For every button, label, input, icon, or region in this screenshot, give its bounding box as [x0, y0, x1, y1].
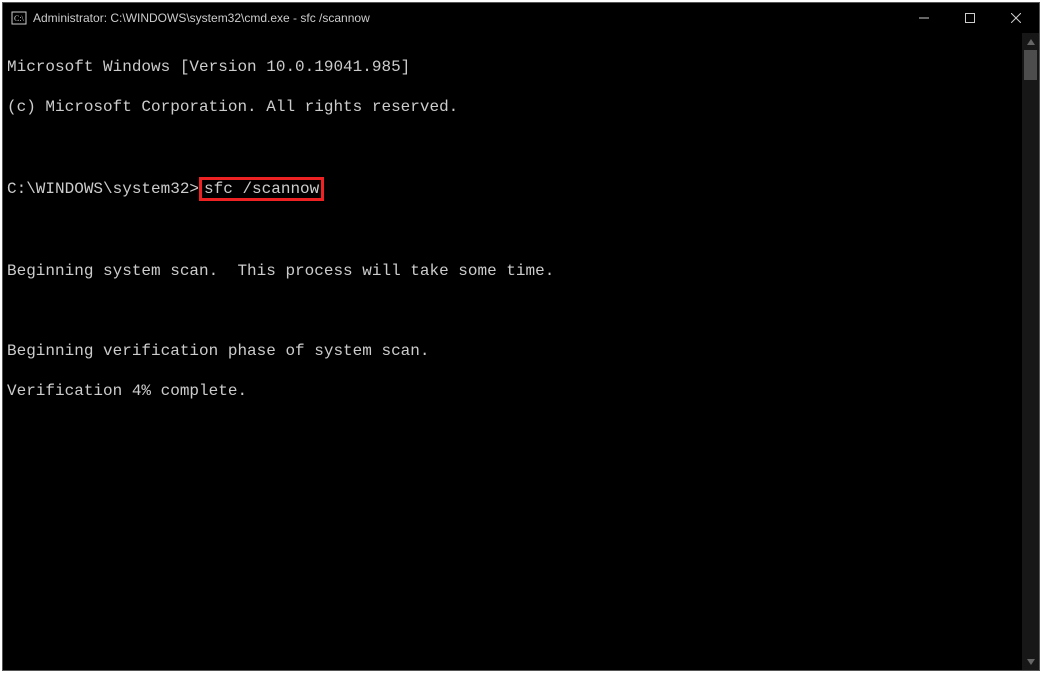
window-title: Administrator: C:\WINDOWS\system32\cmd.e… — [33, 11, 370, 25]
command-text: sfc /scannow — [204, 180, 319, 198]
output-blank — [7, 137, 1020, 157]
close-button[interactable] — [993, 3, 1039, 33]
scroll-up-button[interactable] — [1022, 33, 1039, 50]
content-area: Microsoft Windows [Version 10.0.19041.98… — [3, 33, 1039, 670]
cmd-window: C:\ Administrator: C:\WINDOWS\system32\c… — [2, 2, 1040, 671]
scroll-down-button[interactable] — [1022, 653, 1039, 670]
scroll-thumb[interactable] — [1024, 50, 1037, 80]
output-line: (c) Microsoft Corporation. All rights re… — [7, 97, 1020, 117]
output-line: Verification 4% complete. — [7, 381, 1020, 401]
maximize-button[interactable] — [947, 3, 993, 33]
output-line: Beginning system scan. This process will… — [7, 261, 1020, 281]
output-blank — [7, 301, 1020, 321]
command-highlight: sfc /scannow — [199, 177, 324, 201]
output-line: Microsoft Windows [Version 10.0.19041.98… — [7, 57, 1020, 77]
prompt-path: C:\WINDOWS\system32> — [7, 180, 199, 198]
prompt-line: C:\WINDOWS\system32> sfc /scannow — [7, 177, 1020, 201]
cmd-icon: C:\ — [11, 10, 27, 26]
scroll-track[interactable] — [1022, 50, 1039, 653]
vertical-scrollbar[interactable] — [1022, 33, 1039, 670]
output-line: Beginning verification phase of system s… — [7, 341, 1020, 361]
window-controls — [901, 3, 1039, 33]
svg-text:C:\: C:\ — [14, 14, 25, 23]
minimize-button[interactable] — [901, 3, 947, 33]
titlebar[interactable]: C:\ Administrator: C:\WINDOWS\system32\c… — [3, 3, 1039, 33]
terminal-output[interactable]: Microsoft Windows [Version 10.0.19041.98… — [3, 33, 1022, 670]
output-blank — [7, 221, 1020, 241]
